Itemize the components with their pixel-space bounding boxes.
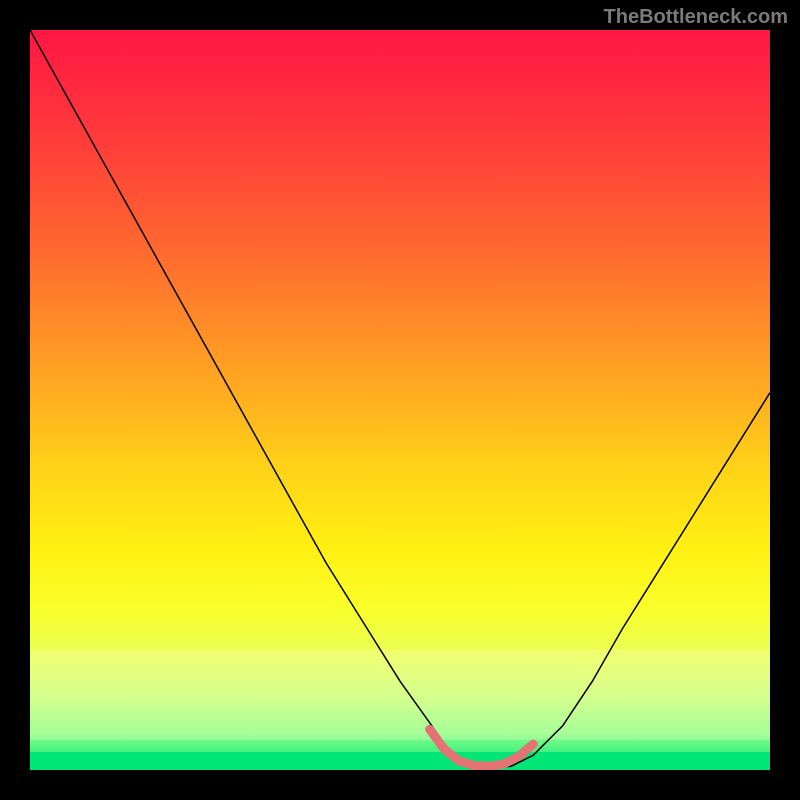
optimal-range-highlight [430,729,534,766]
watermark-text: TheBottleneck.com [604,6,788,29]
chart-area [30,30,770,770]
chart-svg [30,30,770,770]
bottleneck-curve [30,30,770,768]
